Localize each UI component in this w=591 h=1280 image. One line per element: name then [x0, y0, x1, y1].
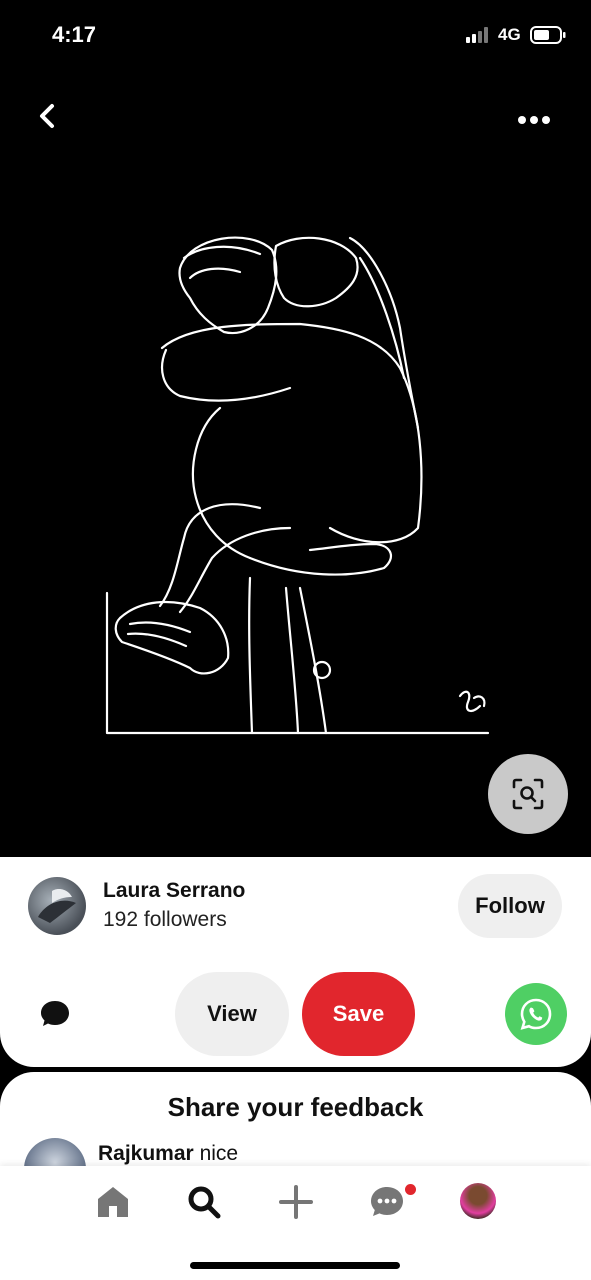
creator-card: Laura Serrano 192 followers Follow View …: [0, 857, 591, 1067]
nav-messages[interactable]: [367, 1182, 407, 1222]
comment-text: nice: [199, 1142, 239, 1165]
plus-icon: [279, 1185, 313, 1219]
battery-icon: [530, 26, 566, 44]
more-horizontal-icon[interactable]: [516, 110, 552, 130]
comment-icon[interactable]: [38, 997, 72, 1031]
creator-name[interactable]: Laura Serrano: [103, 879, 245, 903]
nav-search[interactable]: [184, 1182, 224, 1222]
avatar-image: [38, 889, 76, 923]
status-bar: 4:17 4G: [0, 0, 591, 70]
comment-author[interactable]: Rajkumar: [98, 1142, 194, 1165]
view-button[interactable]: View: [175, 972, 289, 1056]
notification-dot: [405, 1184, 416, 1195]
nav-home[interactable]: [93, 1182, 133, 1222]
status-time: 4:17: [52, 22, 97, 47]
visual-search-button[interactable]: [488, 754, 568, 834]
messages-icon: [371, 1187, 403, 1216]
nav-create[interactable]: [276, 1182, 316, 1222]
visual-search-icon: [512, 778, 544, 810]
pin-artwork: [105, 236, 490, 735]
creator-avatar[interactable]: [28, 877, 86, 935]
bottom-nav: [0, 1166, 591, 1280]
follow-button[interactable]: Follow: [458, 874, 562, 938]
save-button[interactable]: Save: [302, 972, 415, 1056]
search-icon: [188, 1186, 221, 1219]
signal-icon: [466, 27, 488, 43]
whatsapp-share-button[interactable]: [505, 983, 567, 1045]
chevron-left-icon[interactable]: [32, 100, 64, 132]
creator-followers: 192 followers: [103, 908, 227, 931]
pin-image-area[interactable]: [0, 70, 591, 860]
home-indicator: [190, 1262, 400, 1269]
whatsapp-icon: [520, 998, 552, 1030]
home-icon: [98, 1187, 128, 1217]
comment-item: Rajkumar nice: [98, 1142, 238, 1166]
feedback-title: Share your feedback: [167, 1092, 424, 1122]
network-label: 4G: [498, 25, 521, 44]
profile-avatar[interactable]: [460, 1183, 496, 1219]
